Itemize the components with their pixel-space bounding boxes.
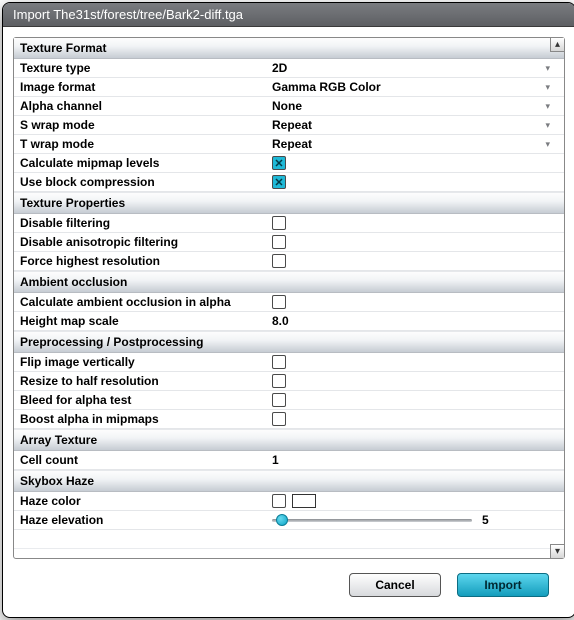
label-height-scale: Height map scale: [20, 314, 272, 328]
haze-elevation-slider[interactable]: [272, 513, 472, 527]
value-cell-count: 1: [272, 453, 279, 467]
row-force-highest: Force highest resolution: [14, 252, 564, 271]
row-image-format[interactable]: Image format Gamma RGB Color ▾: [14, 78, 564, 97]
row-calc-ao: Calculate ambient occlusion in alpha: [14, 293, 564, 312]
checkbox-calc-mipmap[interactable]: [272, 156, 286, 170]
chevron-down-icon: ▾: [545, 101, 550, 112]
import-button[interactable]: Import: [457, 573, 549, 597]
label-force-highest: Force highest resolution: [20, 254, 272, 268]
section-texture-properties: Texture Properties: [14, 192, 564, 214]
value-s-wrap: Repeat: [272, 118, 312, 132]
label-boost-alpha: Boost alpha in mipmaps: [20, 412, 272, 426]
checkbox-boost-alpha[interactable]: [272, 412, 286, 426]
label-texture-type: Texture type: [20, 61, 272, 75]
checkbox-haze-color[interactable]: [272, 494, 286, 508]
row-t-wrap[interactable]: T wrap mode Repeat ▾: [14, 135, 564, 154]
import-dialog: Import The31st/forest/tree/Bark2-diff.tg…: [2, 2, 574, 618]
section-ambient-occlusion: Ambient occlusion: [14, 271, 564, 293]
row-boost-alpha: Boost alpha in mipmaps: [14, 410, 564, 429]
properties-panel: ▴ Texture Format Texture type 2D ▾ Image …: [13, 37, 565, 559]
checkbox-resize-half[interactable]: [272, 374, 286, 388]
checkbox-force-highest[interactable]: [272, 254, 286, 268]
chevron-down-icon: ▾: [545, 82, 550, 93]
scroll-down-button[interactable]: ▾: [550, 544, 564, 558]
button-bar: Cancel Import: [13, 559, 565, 607]
row-calc-mipmap: Calculate mipmap levels: [14, 154, 564, 173]
label-calc-mipmap: Calculate mipmap levels: [20, 156, 272, 170]
checkbox-disable-aniso[interactable]: [272, 235, 286, 249]
label-calc-ao: Calculate ambient occlusion in alpha: [20, 295, 272, 309]
haze-color-swatch[interactable]: [292, 494, 316, 508]
checkbox-disable-filtering[interactable]: [272, 216, 286, 230]
label-flip-vert: Flip image vertically: [20, 355, 272, 369]
row-bleed-alpha: Bleed for alpha test: [14, 391, 564, 410]
section-preprocessing: Preprocessing / Postprocessing: [14, 331, 564, 353]
label-t-wrap: T wrap mode: [20, 137, 272, 151]
label-haze-elevation: Haze elevation: [20, 513, 272, 527]
value-image-format: Gamma RGB Color: [272, 80, 381, 94]
row-disable-aniso: Disable anisotropic filtering: [14, 233, 564, 252]
row-haze-color: Haze color: [14, 492, 564, 511]
chevron-down-icon: ▾: [545, 139, 550, 150]
scroll-up-button[interactable]: ▴: [550, 38, 564, 52]
row-s-wrap[interactable]: S wrap mode Repeat ▾: [14, 116, 564, 135]
label-disable-filtering: Disable filtering: [20, 216, 272, 230]
row-height-scale[interactable]: Height map scale 8.0: [14, 312, 564, 331]
row-texture-type[interactable]: Texture type 2D ▾: [14, 59, 564, 78]
value-alpha-channel: None: [272, 99, 302, 113]
label-image-format: Image format: [20, 80, 272, 94]
row-resize-half: Resize to half resolution: [14, 372, 564, 391]
row-alpha-channel[interactable]: Alpha channel None ▾: [14, 97, 564, 116]
cancel-button[interactable]: Cancel: [349, 573, 441, 597]
checkbox-block-compress[interactable]: [272, 175, 286, 189]
dialog-content: ▴ Texture Format Texture type 2D ▾ Image …: [3, 27, 574, 617]
empty-row: [14, 549, 564, 558]
label-disable-aniso: Disable anisotropic filtering: [20, 235, 272, 249]
value-t-wrap: Repeat: [272, 137, 312, 151]
chevron-down-icon: ▾: [545, 63, 550, 74]
row-block-compress: Use block compression: [14, 173, 564, 192]
checkbox-calc-ao[interactable]: [272, 295, 286, 309]
label-haze-color: Haze color: [20, 494, 272, 508]
empty-row: [14, 530, 564, 549]
label-resize-half: Resize to half resolution: [20, 374, 272, 388]
row-cell-count[interactable]: Cell count 1: [14, 451, 564, 470]
section-skybox-haze: Skybox Haze: [14, 470, 564, 492]
window-title: Import The31st/forest/tree/Bark2-diff.tg…: [13, 7, 243, 22]
label-alpha-channel: Alpha channel: [20, 99, 272, 113]
label-s-wrap: S wrap mode: [20, 118, 272, 132]
window-titlebar[interactable]: Import The31st/forest/tree/Bark2-diff.tg…: [3, 3, 574, 27]
section-texture-format: Texture Format: [14, 38, 564, 59]
row-disable-filtering: Disable filtering: [14, 214, 564, 233]
label-cell-count: Cell count: [20, 453, 272, 467]
row-flip-vert: Flip image vertically: [14, 353, 564, 372]
label-block-compress: Use block compression: [20, 175, 272, 189]
value-height-scale: 8.0: [272, 314, 289, 328]
value-texture-type: 2D: [272, 61, 287, 75]
checkbox-bleed-alpha[interactable]: [272, 393, 286, 407]
row-haze-elevation: Haze elevation 5: [14, 511, 564, 530]
section-array-texture: Array Texture: [14, 429, 564, 451]
value-haze-elevation: 5: [482, 513, 489, 527]
chevron-down-icon: ▾: [545, 120, 550, 131]
label-bleed-alpha: Bleed for alpha test: [20, 393, 272, 407]
checkbox-flip-vert[interactable]: [272, 355, 286, 369]
